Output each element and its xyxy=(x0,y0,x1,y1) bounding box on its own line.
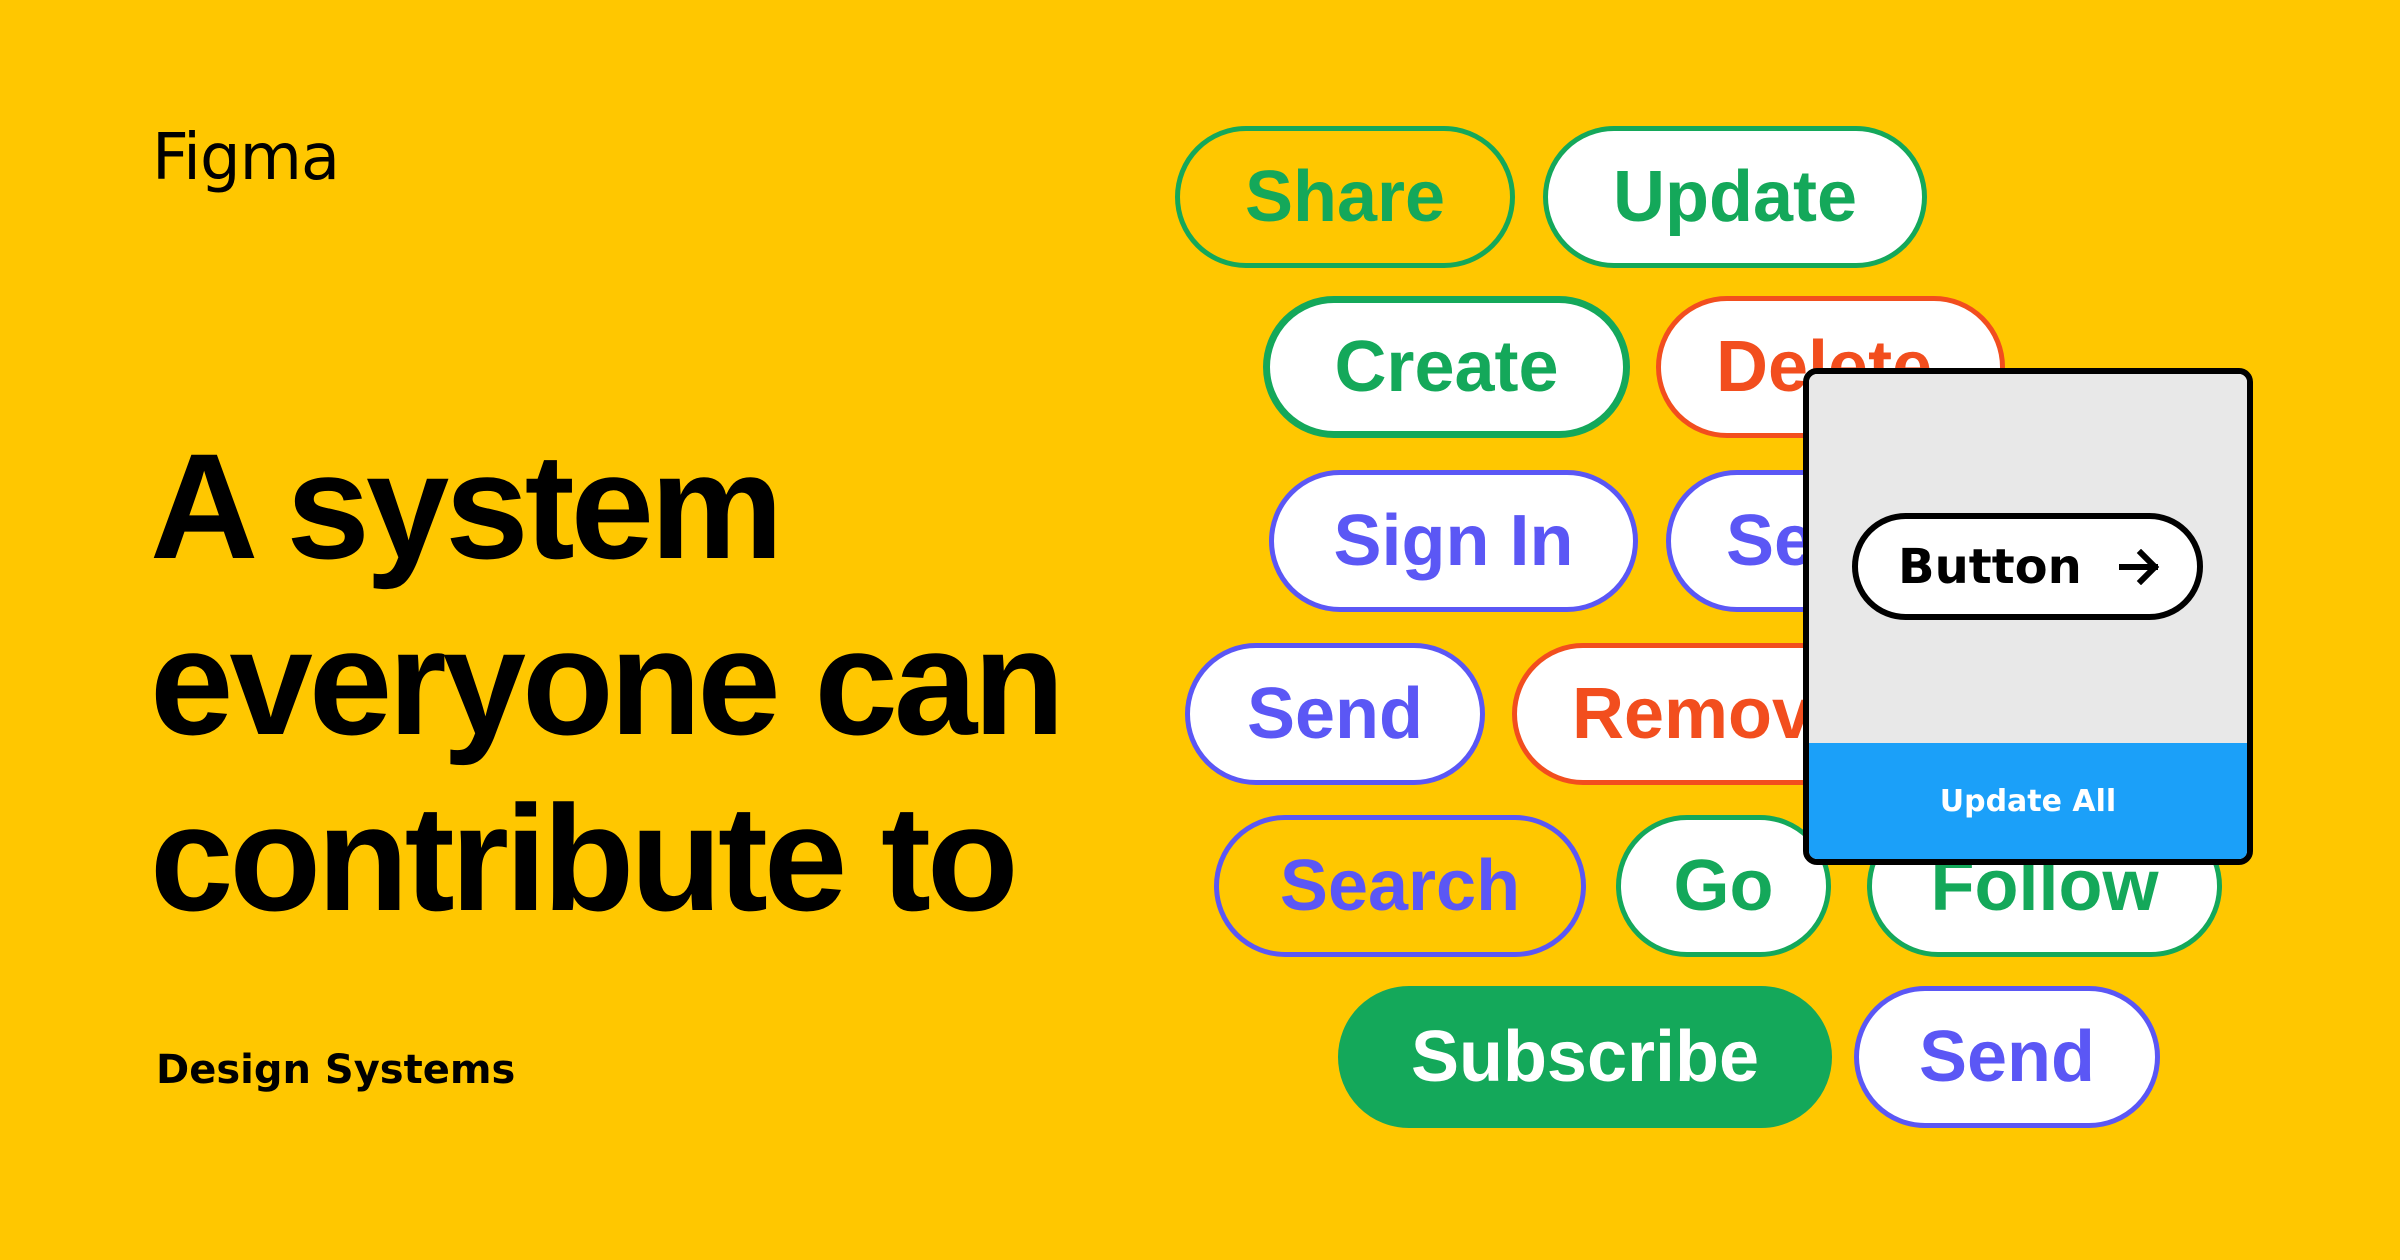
share-button-label: Share xyxy=(1244,157,1446,237)
preview-button[interactable]: Button xyxy=(1852,513,2203,620)
send-button-label: Send xyxy=(1246,674,1424,754)
update-button-label: Update xyxy=(1612,157,1858,237)
arrow-right-icon xyxy=(2119,548,2160,585)
headline: A system everyone can contribute to xyxy=(150,418,1065,946)
go-button[interactable]: Go xyxy=(1616,815,1831,957)
create-button[interactable]: Create xyxy=(1263,296,1630,438)
create-button-label: Create xyxy=(1334,327,1559,407)
headline-line-1: A system xyxy=(150,422,783,590)
share-button[interactable]: Share xyxy=(1175,126,1515,268)
component-preview: Button xyxy=(1809,374,2247,749)
send-button-bottom[interactable]: Send xyxy=(1854,986,2160,1128)
send-button-bottom-label: Send xyxy=(1918,1017,2096,1097)
category-tag: Design Systems xyxy=(156,1047,516,1093)
search-button[interactable]: Search xyxy=(1214,815,1586,957)
update-button[interactable]: Update xyxy=(1543,126,1927,268)
go-button-label: Go xyxy=(1673,846,1774,926)
figma-logo: Figma xyxy=(152,121,340,195)
subscribe-button[interactable]: Subscribe xyxy=(1338,986,1832,1128)
preview-button-label: Button xyxy=(1898,538,2082,595)
headline-line-3: contribute to xyxy=(150,774,1019,942)
send-button[interactable]: Send xyxy=(1185,643,1485,785)
update-all-button[interactable]: Update All xyxy=(1809,743,2247,859)
sign-in-button-label: Sign In xyxy=(1333,501,1574,581)
headline-line-2: everyone can xyxy=(150,598,1065,766)
search-button-label: Search xyxy=(1279,846,1521,926)
sign-in-button[interactable]: Sign In xyxy=(1269,470,1638,612)
subscribe-button-label: Subscribe xyxy=(1410,1017,1760,1097)
component-card: Button Update All xyxy=(1803,368,2253,865)
